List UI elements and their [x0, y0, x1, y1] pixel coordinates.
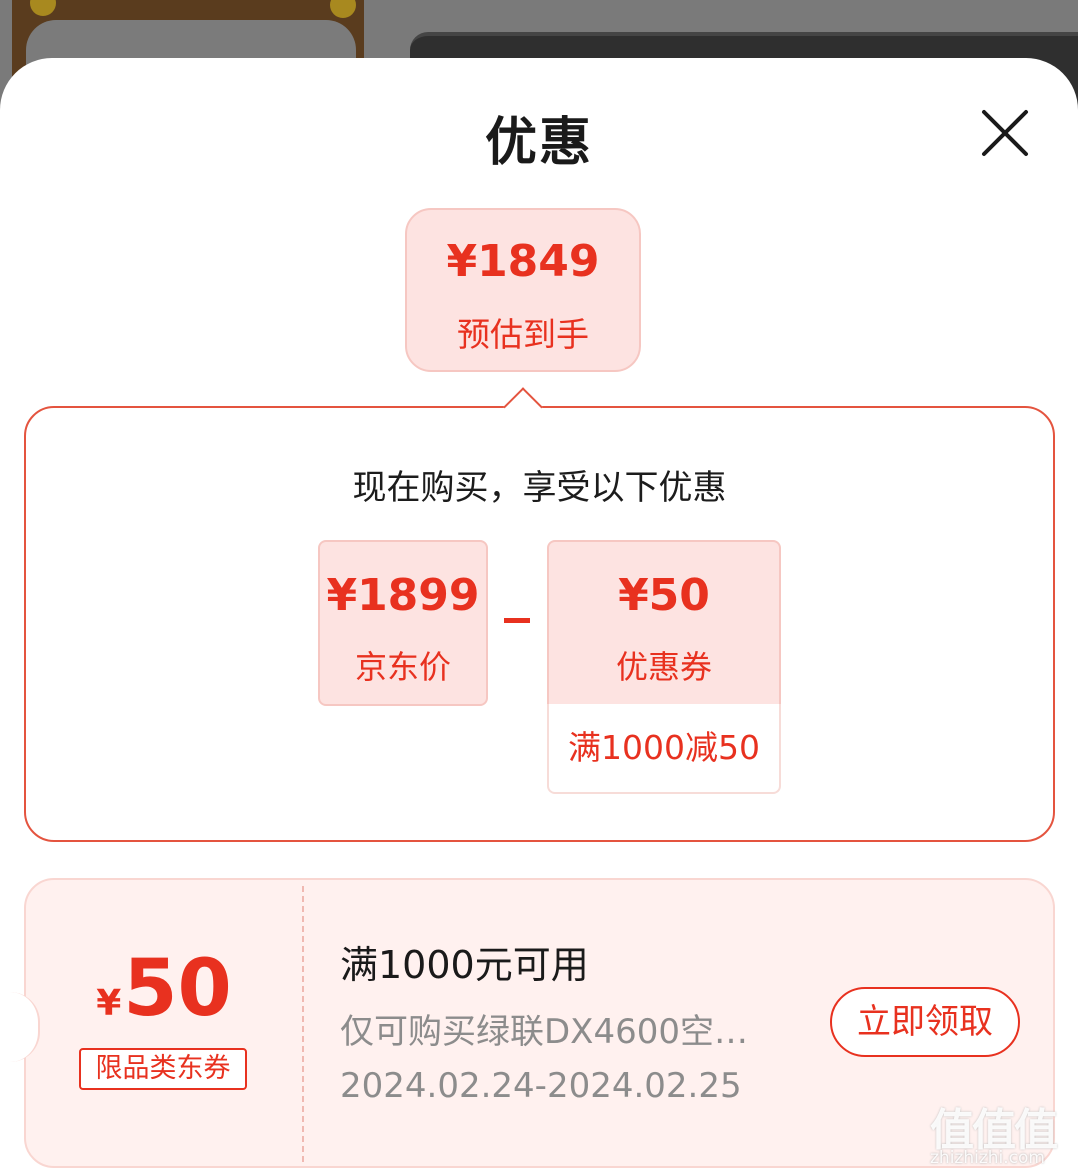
jd-price-label: 京东价: [354, 648, 451, 686]
estimated-price-label: 预估到手: [457, 315, 589, 354]
minus-operator: [504, 618, 530, 623]
claim-coupon-button[interactable]: 立即领取: [830, 987, 1020, 1057]
coupon-discount-value: ¥50: [618, 570, 710, 621]
sheet-title: 优惠: [484, 113, 593, 173]
estimated-price-bubble: ¥1849 预估到手: [405, 208, 641, 372]
coupon-condition: 满1000减50: [547, 704, 781, 794]
coupon-divider: [302, 886, 304, 1162]
discount-sheet: 优惠 ¥1849 预估到手 现在购买，享受以下优惠 ¥1899 京东价 ¥50 …: [0, 58, 1078, 1176]
estimated-price: ¥1849: [446, 236, 600, 287]
coupon-validity: 2024.02.24-2024.02.25: [340, 1066, 742, 1106]
jd-price-value: ¥1899: [326, 570, 480, 621]
coupon-card: ¥50 限品类东券 满1000元可用 仅可购买绿联DX4600空… 2024.0…: [10, 878, 1055, 1168]
price-breakdown: 现在购买，享受以下优惠 ¥1899 京东价 ¥50 优惠券 满1000减50: [24, 387, 1055, 842]
coupon-discount-label: 优惠券: [615, 648, 712, 686]
close-icon: [982, 110, 1028, 156]
coupon-currency: ¥: [96, 983, 122, 1024]
coupon-type-tag: 限品类东券: [79, 1048, 247, 1090]
coupon-title: 满1000元可用: [340, 943, 589, 987]
watermark-url: zhizhizhi.com: [930, 1148, 1045, 1168]
breakdown-heading: 现在购买，享受以下优惠: [352, 468, 727, 508]
coupon-discount-card: ¥50 优惠券: [547, 540, 781, 706]
coupon-amount-value: 50: [123, 944, 232, 1034]
coupon-amount: ¥50: [26, 944, 302, 1034]
site-watermark: 值值值 zhizhizhi.com: [928, 1090, 1078, 1176]
breakdown-pointer: [503, 387, 543, 427]
close-button[interactable]: [980, 108, 1030, 158]
coupon-description: 仅可购买绿联DX4600空…: [340, 1012, 748, 1052]
jd-price-card: ¥1899 京东价: [318, 540, 488, 706]
